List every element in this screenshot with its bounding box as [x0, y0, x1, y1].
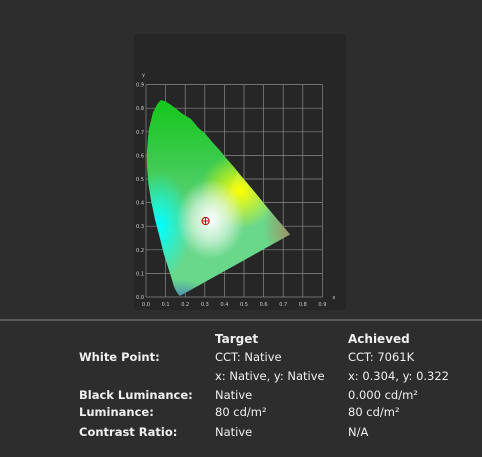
- white-point-marker: [201, 216, 210, 226]
- white-point-achieved-xy: x: 0.304, y: 0.322: [348, 369, 449, 383]
- section-divider: [0, 319, 482, 321]
- x-tick-label: 0.6: [260, 302, 268, 308]
- y-tick-label: 0.1: [136, 271, 144, 277]
- x-tick-label: 0.3: [201, 302, 209, 308]
- x-tick-label: 0.5: [240, 302, 248, 308]
- x-axis-label: x: [332, 295, 335, 301]
- row-label-luminance: Luminance:: [79, 405, 154, 419]
- y-tick-label: 0.7: [136, 130, 144, 136]
- black-luminance-target: Native: [215, 388, 253, 402]
- white-point-target-xy: x: Native, y: Native: [215, 369, 325, 383]
- y-axis-label: y: [142, 73, 145, 79]
- y-tick-label: 0.9: [136, 83, 144, 89]
- y-origin-tick-label: 0.0: [136, 295, 144, 301]
- row-label-black-luminance: Black Luminance:: [79, 388, 193, 402]
- y-tick-label: 0.2: [136, 248, 144, 254]
- y-tick-label: 0.4: [136, 201, 144, 207]
- cie-diagram-svg: 0.0 0.1 0.2 0.3 0.4 0.5 0.6 0.7 0.8 0.9 0.1 0.2 0.3 0…: [136, 73, 335, 308]
- luminance-achieved: 80 cd/m²: [348, 405, 400, 419]
- row-label-white-point: White Point:: [79, 350, 160, 364]
- y-tick-label: 0.8: [136, 106, 144, 112]
- gamut-white-region: [176, 179, 245, 260]
- contrast-ratio-target: Native: [215, 425, 253, 439]
- x-tick-label: 0.7: [279, 302, 287, 308]
- x-tick-label: 0.8: [299, 302, 307, 308]
- y-tick-label: 0.3: [136, 224, 144, 230]
- column-header-target: Target: [215, 332, 259, 346]
- contrast-ratio-achieved: N/A: [348, 425, 369, 439]
- y-tick-label: 0.5: [136, 177, 144, 183]
- x-tick-label: 0.4: [220, 302, 228, 308]
- white-point-achieved-cct: CCT: 7061K: [348, 350, 415, 364]
- x-tick-label: 0.9: [318, 302, 326, 308]
- x-tick-label: 0.0: [142, 302, 150, 308]
- cie-chromaticity-chart: 0.0 0.1 0.2 0.3 0.4 0.5 0.6 0.7 0.8 0.9 0.1 0.2 0.3 0…: [134, 34, 346, 310]
- white-point-target-cct: CCT: Native: [215, 350, 282, 364]
- luminance-target: 80 cd/m²: [215, 405, 267, 419]
- y-tick-label: 0.6: [136, 153, 144, 159]
- column-header-achieved: Achieved: [348, 332, 410, 346]
- x-tick-label: 0.1: [162, 302, 170, 308]
- row-label-contrast-ratio: Contrast Ratio:: [79, 425, 178, 439]
- black-luminance-achieved: 0.000 cd/m²: [348, 388, 418, 402]
- x-tick-label: 0.2: [181, 302, 189, 308]
